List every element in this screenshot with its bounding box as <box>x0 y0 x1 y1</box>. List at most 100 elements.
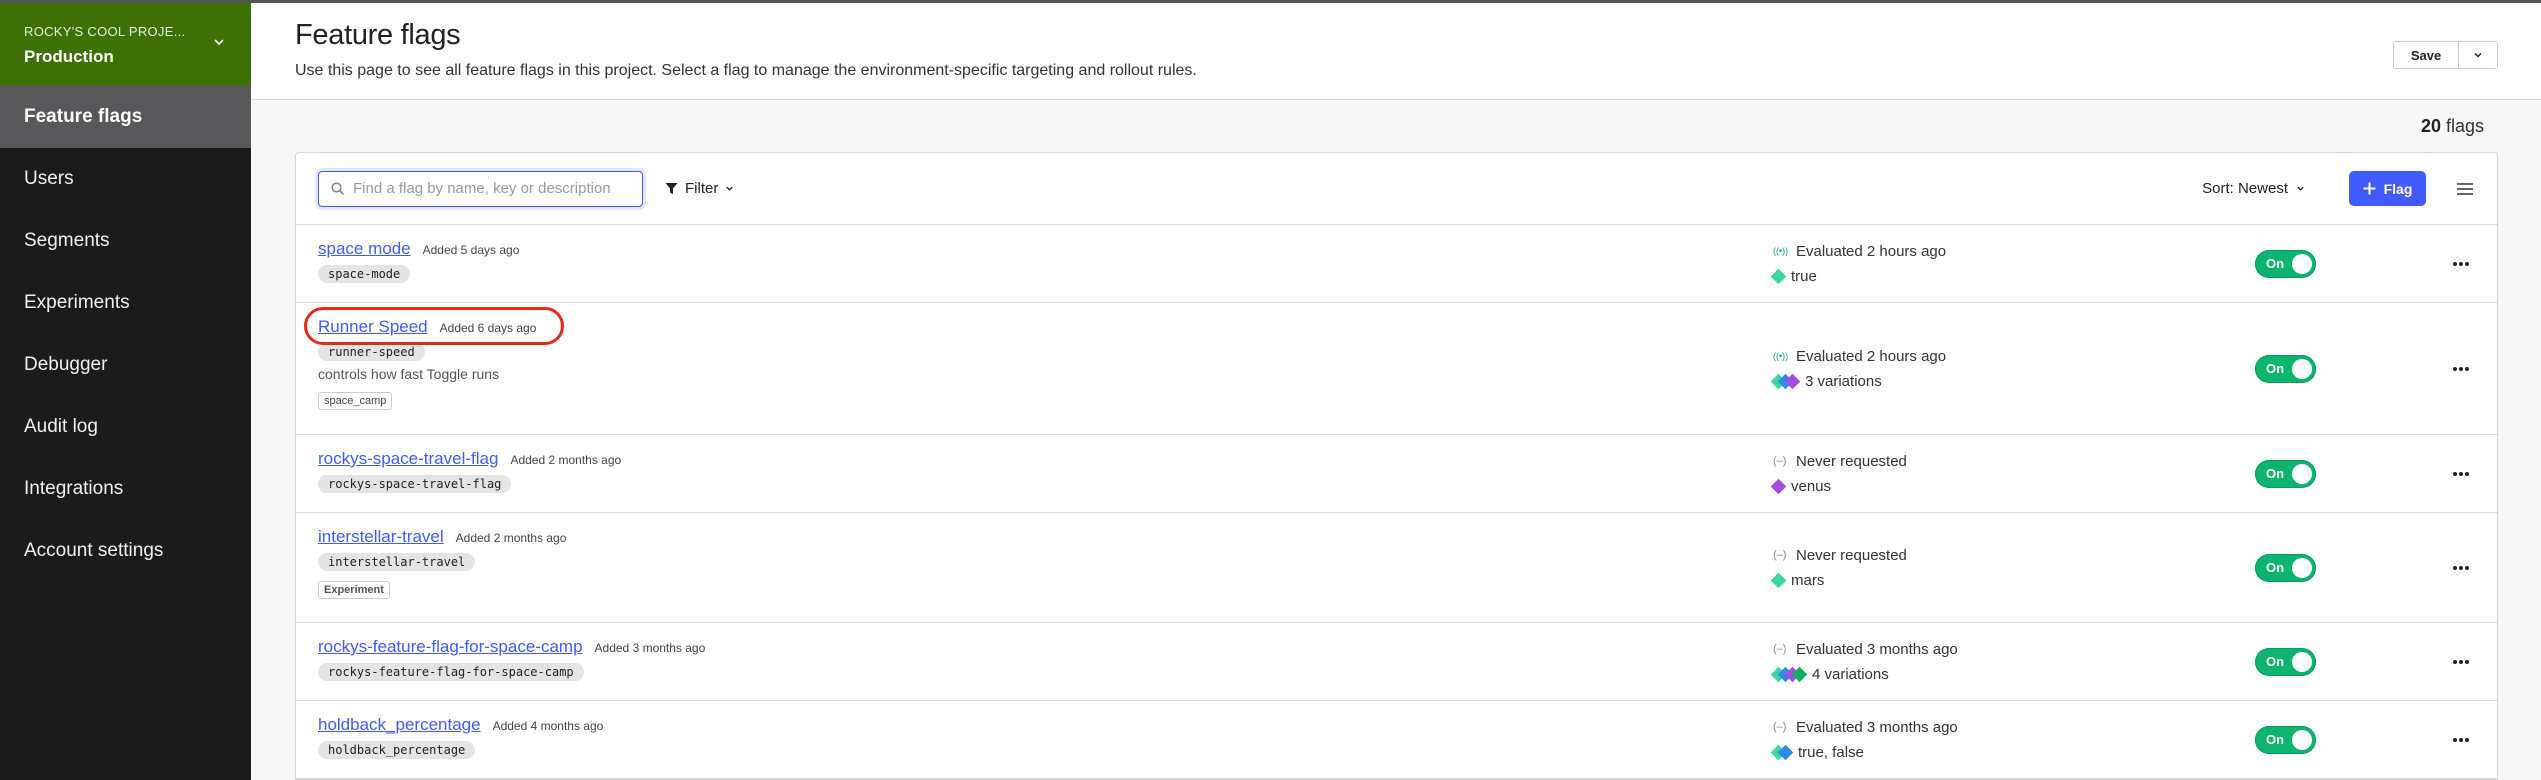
chevron-down-icon <box>214 39 224 46</box>
flag-key-badge: interstellar-travel <box>318 553 476 571</box>
search-icon <box>331 181 345 195</box>
flag-more-button[interactable] <box>2425 303 2497 434</box>
variation-summary: mars <box>1770 571 2255 589</box>
hamburger-menu-icon <box>2457 182 2473 195</box>
page-description: Use this page to see all feature flags i… <box>295 62 1197 79</box>
flag-added-date: Added 2 months ago <box>455 531 567 545</box>
flag-toggle[interactable]: On <box>2255 459 2316 488</box>
variation-text: venus <box>1791 477 1832 495</box>
evaluation-status: ((•)) Evaluated 2 hours ago <box>1773 243 2255 260</box>
save-options-button[interactable] <box>2459 42 2497 68</box>
flag-name-link[interactable]: rockys-space-travel-flag <box>318 449 498 469</box>
flag-added-date: Added 3 months ago <box>594 641 706 655</box>
evaluation-text: Never requested <box>1796 546 1907 564</box>
flag-status: (–) Never requested venus <box>1761 435 2255 512</box>
project-switcher[interactable]: ROCKY'S COOL PROJE... Production <box>0 3 251 86</box>
flag-tag[interactable]: Experiment <box>318 581 390 599</box>
evaluation-status: (–) Never requested <box>1773 453 2255 470</box>
more-options-icon <box>2453 261 2469 266</box>
flag-description: controls how fast Toggle runs <box>318 366 500 382</box>
flag-toggle[interactable]: On <box>2255 354 2316 383</box>
toggle-knob <box>2292 358 2312 379</box>
flag-toggle[interactable]: On <box>2255 553 2316 582</box>
flag-name-link[interactable]: rockys-feature-flag-for-space-camp <box>318 637 583 657</box>
filter-button[interactable]: Filter <box>665 180 734 197</box>
save-button[interactable]: Save <box>2394 42 2459 68</box>
flag-more-button[interactable] <box>2425 701 2497 778</box>
more-options-icon <box>2453 366 2469 371</box>
sidebar-item-feature-flags[interactable]: Feature flags <box>0 86 251 148</box>
flag-status: ((•)) Evaluated 2 hours ago true <box>1761 225 2255 302</box>
evaluation-text: Evaluated 3 months ago <box>1796 718 1958 736</box>
sidebar-item-label: Account settings <box>24 540 164 561</box>
variation-text: true, false <box>1798 743 1864 761</box>
flag-row: Runner Speed Added 6 days ago runner-spe… <box>296 303 2497 435</box>
flag-name-link[interactable]: interstellar-travel <box>318 527 444 547</box>
main-content: Feature flags Use this page to see all f… <box>251 3 2541 780</box>
sort-dropdown[interactable]: Sort: Newest <box>2202 180 2305 197</box>
evaluation-text: Evaluated 2 hours ago <box>1796 242 1947 260</box>
flag-count-number: 20 <box>2420 115 2441 136</box>
flag-added-date: Added 5 days ago <box>422 243 520 257</box>
list-options-button[interactable] <box>2455 179 2475 199</box>
filter-label: Filter <box>685 180 719 197</box>
variation-summary: true, false <box>1770 743 2255 761</box>
flag-more-button[interactable] <box>2425 435 2497 512</box>
evaluation-status: ((•)) Evaluated 2 hours ago <box>1773 348 2255 365</box>
flag-more-button[interactable] <box>2425 513 2497 622</box>
toggle-label: On <box>2266 560 2285 575</box>
flag-name-link[interactable]: Runner Speed <box>318 317 428 337</box>
flag-toggle[interactable]: On <box>2255 647 2316 676</box>
signal-live-icon: ((•)) <box>1773 246 1789 256</box>
page-header: Feature flags Use this page to see all f… <box>251 3 2541 100</box>
flag-info: space mode Added 5 days ago space-mode <box>296 225 1761 302</box>
evaluation-text: Evaluated 3 months ago <box>1796 640 1958 658</box>
variation-text: mars <box>1791 571 1825 589</box>
flag-name-link[interactable]: space mode <box>318 239 411 259</box>
sidebar-item-integrations[interactable]: Integrations <box>0 458 251 520</box>
flag-toggle-cell: On <box>2255 623 2425 700</box>
sidebar-item-label: Feature flags <box>24 106 143 127</box>
app-window: ROCKY'S COOL PROJE... Production Feature… <box>0 0 2541 780</box>
flag-toggle-cell: On <box>2255 701 2425 778</box>
flag-title-line: interstellar-travel Added 2 months ago <box>318 527 1739 547</box>
flag-status: ((•)) Evaluated 2 hours ago 3 variations <box>1761 303 2255 434</box>
flag-toggle-cell: On <box>2255 303 2425 434</box>
flag-name-link[interactable]: holdback_percentage <box>318 715 481 735</box>
plus-icon <box>2363 182 2376 195</box>
flags-toolbar: Filter Sort: Newest Flag <box>296 153 2497 225</box>
search-box <box>318 170 643 207</box>
more-options-icon <box>2453 737 2469 742</box>
flag-key-badge: rockys-space-travel-flag <box>318 475 512 493</box>
flag-toggle[interactable]: On <box>2255 725 2316 754</box>
sidebar-item-experiments[interactable]: Experiments <box>0 272 251 334</box>
variation-diamond-icon <box>1770 268 1787 284</box>
flag-title-line: rockys-feature-flag-for-space-camp Added… <box>318 637 1739 657</box>
flag-toggle[interactable]: On <box>2255 249 2316 278</box>
flag-more-button[interactable] <box>2425 225 2497 302</box>
variation-diamond-icon <box>1770 572 1787 588</box>
signal-idle-icon: (–) <box>1773 721 1787 733</box>
variation-diamonds <box>1770 666 1808 682</box>
toggle-knob <box>2292 557 2312 578</box>
sidebar-item-segments[interactable]: Segments <box>0 210 251 272</box>
sidebar-nav: Feature flags Users Segments Experiments… <box>0 86 251 582</box>
add-flag-button[interactable]: Flag <box>2349 171 2426 206</box>
evaluation-status: (–) Evaluated 3 months ago <box>1773 641 2255 658</box>
sidebar-item-account-settings[interactable]: Account settings <box>0 520 251 582</box>
sidebar-item-audit-log[interactable]: Audit log <box>0 396 251 458</box>
toggle-label: On <box>2266 361 2285 376</box>
save-button-group: Save <box>2393 41 2498 69</box>
flag-count-label: flags <box>2445 115 2484 136</box>
search-input[interactable] <box>353 180 633 197</box>
flag-added-date: Added 6 days ago <box>439 321 537 335</box>
toggle-label: On <box>2266 466 2285 481</box>
flag-status: (–) Evaluated 3 months ago 4 variations <box>1761 623 2255 700</box>
flag-tag[interactable]: space_camp <box>318 392 393 410</box>
flag-more-button[interactable] <box>2425 623 2497 700</box>
flag-toggle-cell: On <box>2255 225 2425 302</box>
sidebar-item-debugger[interactable]: Debugger <box>0 334 251 396</box>
sidebar-item-users[interactable]: Users <box>0 148 251 210</box>
flag-info: interstellar-travel Added 2 months ago i… <box>296 513 1761 622</box>
flag-info: Runner Speed Added 6 days ago runner-spe… <box>296 303 1761 434</box>
